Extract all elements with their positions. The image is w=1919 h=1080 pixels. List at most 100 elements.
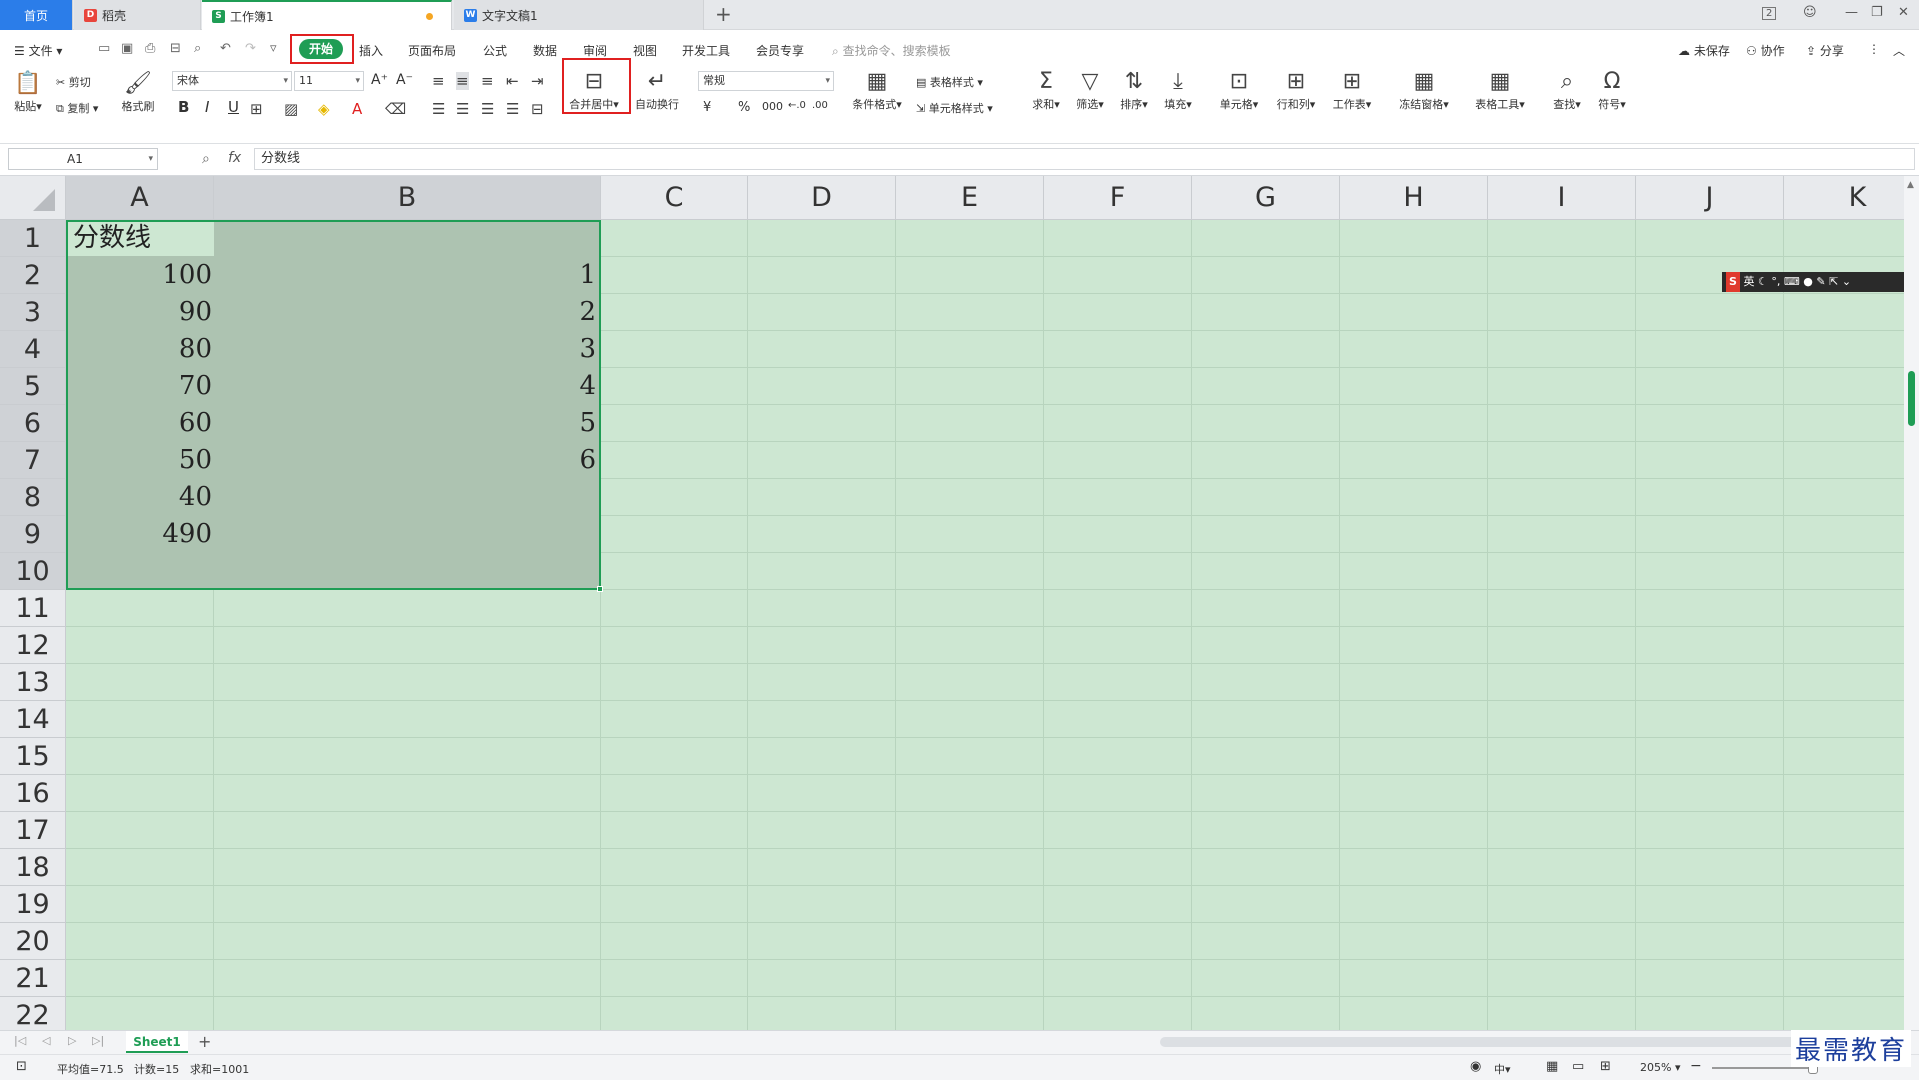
print-icon[interactable]: ⊟: [170, 41, 181, 56]
column-header-c[interactable]: C: [601, 176, 748, 220]
menu-page-layout[interactable]: 页面布局: [408, 42, 456, 59]
row-header-19[interactable]: 19: [0, 886, 66, 923]
cell-b5[interactable]: 4: [218, 368, 596, 405]
sort-button[interactable]: ⇅ 排序▾: [1116, 68, 1152, 112]
menu-member[interactable]: 会员专享: [756, 42, 804, 59]
align-bottom-icon[interactable]: ≡: [481, 72, 494, 90]
find-doc-icon[interactable]: ⌕: [194, 41, 201, 56]
cells-button[interactable]: ⊡ 单元格▾: [1215, 68, 1263, 112]
fill-style-icon[interactable]: ▨: [284, 100, 298, 118]
fill-button[interactable]: ⤓ 填充▾: [1160, 68, 1196, 112]
share-button[interactable]: ⇪ 分享: [1806, 42, 1844, 59]
fill-color-icon[interactable]: ◈: [318, 100, 330, 118]
row-header-14[interactable]: 14: [0, 701, 66, 738]
cut-button[interactable]: ✂ 剪切: [56, 74, 91, 90]
expand-icon[interactable]: ⇱: [1829, 275, 1838, 288]
new-tab-button[interactable]: +: [715, 2, 732, 26]
currency-button[interactable]: ¥: [703, 100, 711, 115]
tab-workbook[interactable]: S 工作簿1: [202, 0, 452, 30]
file-menu[interactable]: ☰ 文件 ▾: [14, 42, 62, 59]
sum-button[interactable]: Σ 求和▾: [1028, 68, 1064, 112]
minimize-icon[interactable]: —: [1845, 5, 1858, 20]
command-search[interactable]: ⌕ 查找命令、搜索模板: [832, 42, 951, 59]
format-painter-button[interactable]: 🖌 格式刷: [118, 70, 158, 114]
column-header-i[interactable]: I: [1488, 176, 1636, 220]
column-header-j[interactable]: J: [1636, 176, 1784, 220]
percent-button[interactable]: %: [738, 100, 750, 115]
row-header-5[interactable]: 5: [0, 368, 66, 405]
sheet-tab-sheet1[interactable]: Sheet1: [126, 1031, 188, 1053]
menu-view[interactable]: 视图: [633, 42, 657, 59]
column-header-a[interactable]: A: [66, 176, 214, 220]
border-icon[interactable]: ⊞: [250, 100, 263, 118]
paste-button[interactable]: 📋 粘贴▾: [10, 70, 46, 114]
ime-lang[interactable]: 英: [1744, 275, 1755, 288]
row-header-3[interactable]: 3: [0, 294, 66, 331]
punct-icon[interactable]: °,: [1771, 275, 1780, 288]
cell-b2[interactable]: 1: [218, 257, 596, 294]
rows-cols-button[interactable]: ⊞ 行和列▾: [1272, 68, 1320, 112]
cell-a7[interactable]: 50: [70, 442, 212, 479]
cell-style-button[interactable]: ⇲ 单元格样式 ▾: [916, 100, 993, 116]
cell-a5[interactable]: 70: [70, 368, 212, 405]
eye-protect-icon[interactable]: ◉: [1470, 1059, 1481, 1074]
input-mode-icon[interactable]: 中▾: [1494, 1061, 1511, 1077]
wrap-text-button[interactable]: ↵ 自动换行: [632, 68, 682, 112]
align-left-icon[interactable]: ☰: [432, 100, 445, 118]
tool-icon[interactable]: ✎: [1816, 275, 1825, 288]
row-header-1[interactable]: 1: [0, 220, 66, 257]
page-break-view-icon[interactable]: ⊞: [1600, 1059, 1611, 1074]
font-shrink-icon[interactable]: A⁻: [396, 72, 413, 88]
copy-button[interactable]: ⧉ 复制 ▾: [56, 100, 98, 116]
row-header-22[interactable]: 22: [0, 997, 66, 1030]
column-header-b[interactable]: B: [214, 176, 601, 220]
fx-button[interactable]: fx: [228, 150, 241, 166]
row-header-2[interactable]: 2: [0, 257, 66, 294]
align-top-icon[interactable]: ≡: [432, 72, 445, 90]
tab-daoke[interactable]: D 稻壳: [74, 0, 201, 30]
user-icon[interactable]: ●: [1803, 275, 1813, 288]
symbol-button[interactable]: Ω 符号▾: [1594, 68, 1630, 112]
fill-handle[interactable]: [597, 586, 603, 592]
save-icon[interactable]: ▣: [121, 41, 133, 56]
row-header-12[interactable]: 12: [0, 627, 66, 664]
menu-formula[interactable]: 公式: [483, 42, 507, 59]
sheet-prev-icon[interactable]: ◁: [42, 1034, 50, 1047]
cell-a9[interactable]: 490: [70, 516, 212, 553]
cell-b3[interactable]: 2: [218, 294, 596, 331]
cell-a6[interactable]: 60: [70, 405, 212, 442]
restore-icon[interactable]: ❐: [1871, 5, 1883, 20]
new-file-icon[interactable]: ▭: [98, 41, 110, 56]
clear-format-icon[interactable]: ⌫: [385, 100, 406, 118]
row-header-21[interactable]: 21: [0, 960, 66, 997]
worksheet-button[interactable]: ⊞ 工作表▾: [1328, 68, 1376, 112]
increase-decimal-icon[interactable]: ←.0: [788, 100, 806, 111]
row-header-17[interactable]: 17: [0, 812, 66, 849]
print-preview-icon[interactable]: ⎙: [145, 41, 155, 56]
tab-home[interactable]: 首页: [0, 0, 73, 30]
collab-button[interactable]: ⚇ 协作: [1746, 42, 1785, 59]
freeze-panes-button[interactable]: ▦ 冻结窗格▾: [1394, 68, 1454, 112]
thousands-button[interactable]: 000: [762, 100, 783, 113]
customize-icon[interactable]: ▿: [270, 41, 277, 56]
indent-decrease-icon[interactable]: ⇤: [506, 72, 519, 90]
font-color-icon[interactable]: A: [352, 100, 362, 118]
column-header-g[interactable]: G: [1192, 176, 1340, 220]
window-count-badge[interactable]: 2: [1762, 7, 1777, 20]
row-header-6[interactable]: 6: [0, 405, 66, 442]
sheet-first-icon[interactable]: |◁: [14, 1034, 26, 1047]
align-right-icon[interactable]: ☰: [481, 100, 494, 118]
spreadsheet-grid[interactable]: ABCDEFGHIJK 1 2 3 4 5 6 7 8 9 10 11 12 13 14 15 16 17 18 1…: [0, 176, 1904, 1030]
menu-review[interactable]: 审阅: [583, 42, 607, 59]
cell-b4[interactable]: 3: [218, 331, 596, 368]
normal-view-icon[interactable]: ▦: [1546, 1059, 1558, 1074]
row-header-16[interactable]: 16: [0, 775, 66, 812]
row-header-15[interactable]: 15: [0, 738, 66, 775]
italic-button[interactable]: I: [205, 98, 209, 116]
column-header-f[interactable]: F: [1044, 176, 1192, 220]
scroll-up-icon[interactable]: ▲: [1907, 180, 1914, 190]
row-header-4[interactable]: 4: [0, 331, 66, 368]
horizontal-scrollbar[interactable]: [1160, 1037, 1900, 1047]
table-tools-button[interactable]: ▦ 表格工具▾: [1470, 68, 1530, 112]
page-layout-view-icon[interactable]: ▭: [1572, 1059, 1584, 1074]
